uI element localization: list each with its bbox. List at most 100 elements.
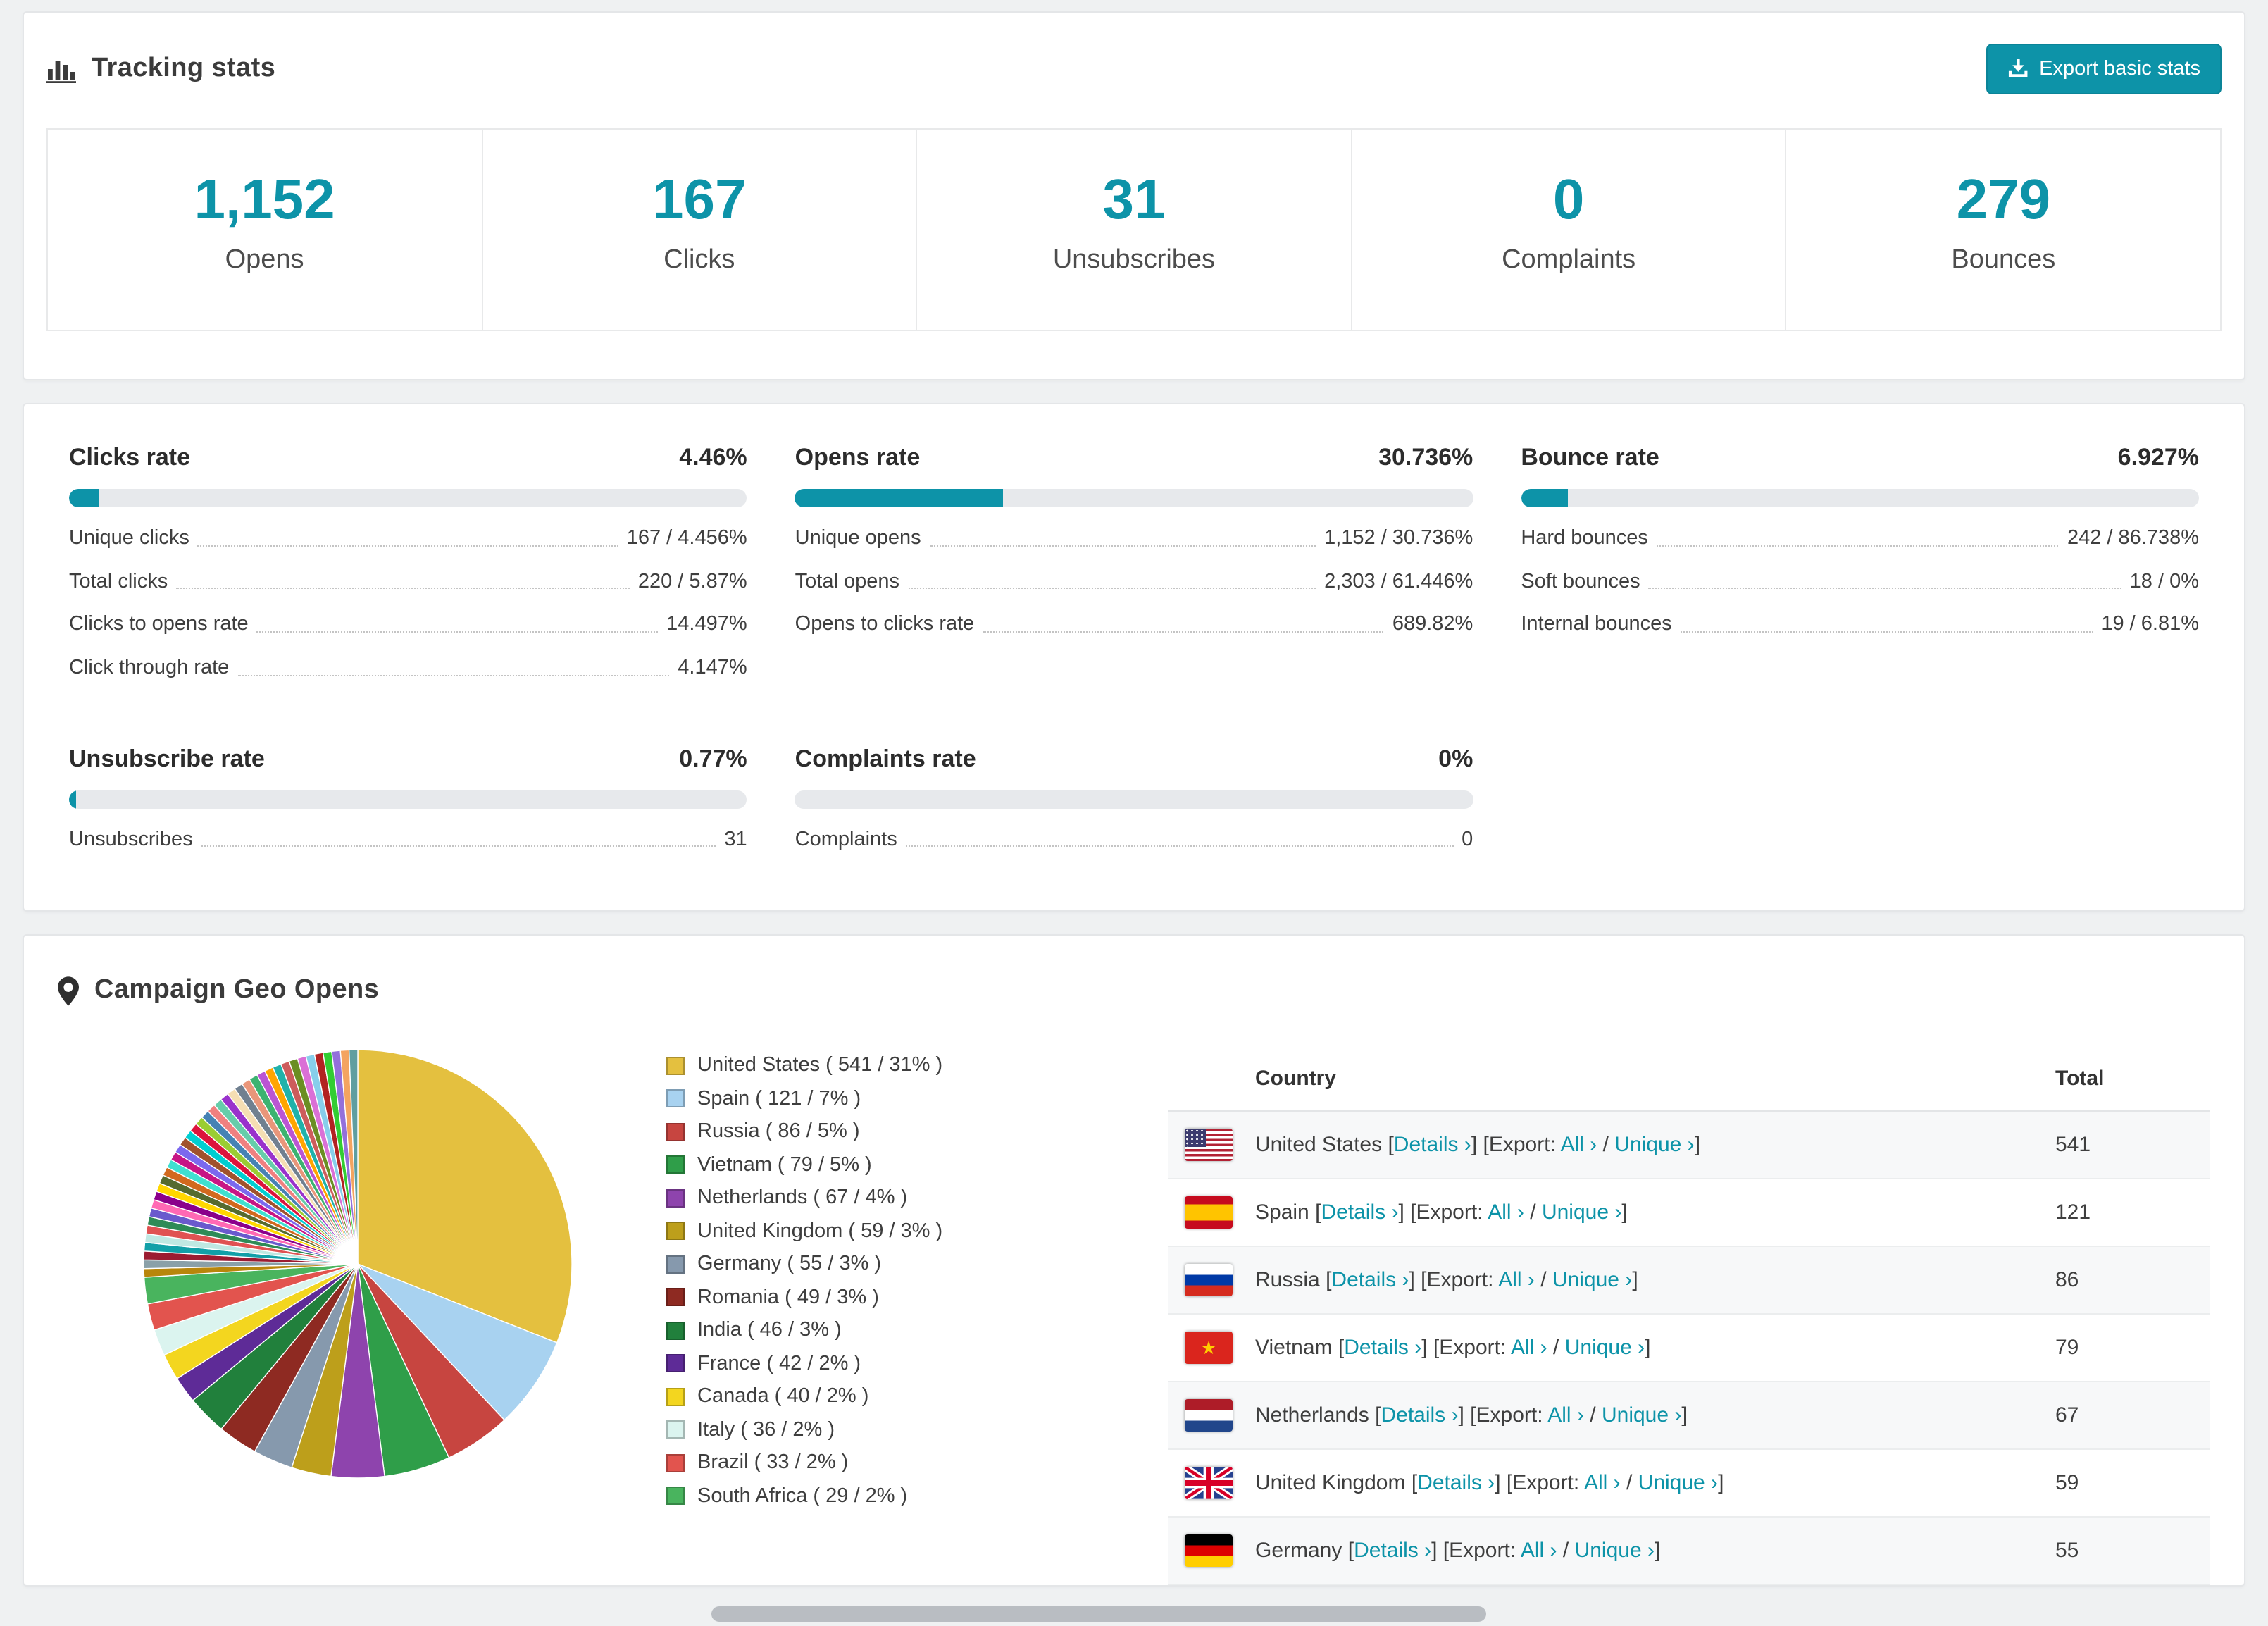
geo-table-body: United States [Details ›] [Export: All ›… [1168, 1112, 2210, 1586]
horizontal-scrollbar[interactable] [711, 1606, 1486, 1622]
legend-item: France ( 42 / 2% ) [666, 1353, 1089, 1375]
row-label: Click through rate [69, 657, 230, 680]
legend-swatch [666, 1155, 685, 1174]
dotted-leader [1648, 588, 2121, 590]
progress-bar-fill [69, 790, 76, 809]
legend-label: Italy ( 36 / 2% ) [697, 1418, 835, 1441]
legend-swatch [666, 1420, 685, 1439]
geo-pie-wrapper [139, 1046, 576, 1490]
legend-label: Spain ( 121 / 7% ) [697, 1087, 861, 1110]
dotted-leader [176, 588, 630, 590]
dotted-leader [1656, 545, 2059, 547]
export-unique-link[interactable]: Unique › [1602, 1404, 1681, 1428]
location-pin-icon [58, 976, 79, 1006]
unsubscribe-rate-block: Unsubscribe rate 0.77% Unsubscribes 31 [69, 745, 747, 851]
stat-label: Clicks [663, 245, 735, 275]
legend-swatch [666, 1387, 685, 1406]
geo-title: Campaign Geo Opens [94, 975, 380, 1005]
legend-swatch [666, 1222, 685, 1241]
legend-label: Vietnam ( 79 / 5% ) [697, 1153, 872, 1177]
stat-label: Opens [225, 245, 304, 275]
stat-box-opens: 1,152 Opens [46, 128, 483, 331]
geo-content: United States ( 541 / 31% ) Spain ( 121 /… [58, 1046, 2210, 1586]
legend-label: Netherlands ( 67 / 4% ) [697, 1186, 908, 1210]
flag-es-icon [1185, 1196, 1233, 1229]
country-cell: United Kingdom [Details ›] [Export: All … [1255, 1471, 1724, 1496]
export-unique-link[interactable]: Unique › [1552, 1269, 1632, 1293]
dotted-leader [237, 674, 670, 676]
row-value: 4.147% [678, 657, 747, 680]
country-name: Germany [1255, 1539, 1348, 1563]
export-all-link[interactable]: All › [1547, 1404, 1584, 1428]
bar-chart-icon [46, 56, 76, 82]
details-link[interactable]: Details › [1354, 1539, 1431, 1563]
clicks-rate-progress-bar [69, 489, 747, 507]
total-column-header: Total [2055, 1066, 2105, 1091]
country-cell: United States [Details ›] [Export: All ›… [1255, 1133, 1701, 1158]
star-icon: ★ [1200, 1337, 1217, 1359]
row-value: 31 [724, 828, 747, 851]
campaign-geo-opens-card: Campaign Geo Opens United States ( 541 /… [23, 934, 2245, 1587]
row-value: 0 [1462, 828, 1473, 851]
stat-box-unsubscribes: 31 Unsubscribes [916, 128, 1352, 331]
legend-item: United Kingdom ( 59 / 3% ) [666, 1220, 1089, 1243]
stat-box-bounces: 279 Bounces [1785, 128, 2222, 331]
details-link[interactable]: Details › [1394, 1134, 1471, 1158]
stat-row: Clicks to opens rate 14.497% [69, 614, 747, 637]
details-link[interactable]: Details › [1321, 1201, 1398, 1225]
geo-pie-chart [143, 1050, 573, 1479]
flag-gb-icon [1185, 1467, 1233, 1500]
details-link[interactable]: Details › [1331, 1269, 1409, 1293]
legend-label: United States ( 541 / 31% ) [697, 1054, 943, 1077]
export-all-link[interactable]: All › [1511, 1336, 1547, 1360]
row-label: Total clicks [69, 570, 168, 593]
rates-card: Clicks rate 4.46% Unique clicks 167 / 4.456… [23, 403, 2245, 912]
rate-value: 30.736% [1378, 444, 1473, 471]
geo-table-row-germany: Germany [Details ›] [Export: All › / Uni… [1168, 1518, 2210, 1586]
export-unique-link[interactable]: Unique › [1542, 1201, 1621, 1225]
rate-title: Unsubscribe rate [69, 745, 265, 772]
dotted-leader [929, 545, 1316, 547]
export-unique-link[interactable]: Unique › [1575, 1539, 1655, 1563]
geo-table-row-vietnam: ★ Vietnam [Details ›] [Export: All › / Un… [1168, 1315, 2210, 1383]
stat-value: 1,152 [194, 169, 335, 231]
row-value: 19 / 6.81% [2101, 613, 2199, 636]
legend-swatch [666, 1122, 685, 1141]
export-unique-link[interactable]: Unique › [1565, 1336, 1645, 1360]
country-column-header: Country [1255, 1066, 1336, 1091]
country-cell: Spain [Details ›] [Export: All › / Uniqu… [1255, 1200, 1628, 1225]
progress-bar-fill [795, 489, 1004, 507]
row-label: Complaints [795, 828, 897, 851]
stat-row: Unique clicks 167 / 4.456% [69, 527, 747, 550]
row-label: Unique clicks [69, 527, 189, 550]
export-all-link[interactable]: All › [1488, 1201, 1524, 1225]
stat-value: 31 [1102, 169, 1166, 231]
country-name: Spain [1255, 1200, 1316, 1225]
dotted-leader [905, 845, 1454, 848]
country-total: 55 [2055, 1539, 2079, 1563]
stat-box-complaints: 0 Complaints [1350, 128, 1787, 331]
export-all-link[interactable]: All › [1584, 1472, 1621, 1496]
legend-label: India ( 46 / 3% ) [697, 1319, 842, 1342]
legend-item: Russia ( 86 / 5% ) [666, 1121, 1089, 1143]
details-link[interactable]: Details › [1381, 1404, 1458, 1428]
details-link[interactable]: Details › [1417, 1472, 1495, 1496]
row-value: 220 / 5.87% [637, 570, 747, 593]
flag-de-icon [1185, 1534, 1233, 1568]
details-link[interactable]: Details › [1344, 1336, 1421, 1360]
rate-value: 4.46% [679, 444, 747, 471]
stat-row: Hard bounces 242 / 86.738% [1521, 527, 2199, 550]
country-total: 541 [2055, 1133, 2091, 1158]
stat-label: Unsubscribes [1052, 245, 1216, 275]
export-all-link[interactable]: All › [1498, 1269, 1535, 1293]
legend-swatch [666, 1354, 685, 1373]
export-all-link[interactable]: All › [1561, 1134, 1597, 1158]
export-unique-link[interactable]: Unique › [1638, 1472, 1718, 1496]
legend-swatch [666, 1321, 685, 1340]
export-unique-link[interactable]: Unique › [1614, 1134, 1694, 1158]
export-all-link[interactable]: All › [1521, 1539, 1557, 1563]
export-basic-stats-button[interactable]: Export basic stats [1986, 44, 2222, 94]
legend-item: Vietnam ( 79 / 5% ) [666, 1154, 1089, 1177]
rate-title: Clicks rate [69, 444, 190, 471]
row-value: 242 / 86.738% [2067, 527, 2199, 550]
